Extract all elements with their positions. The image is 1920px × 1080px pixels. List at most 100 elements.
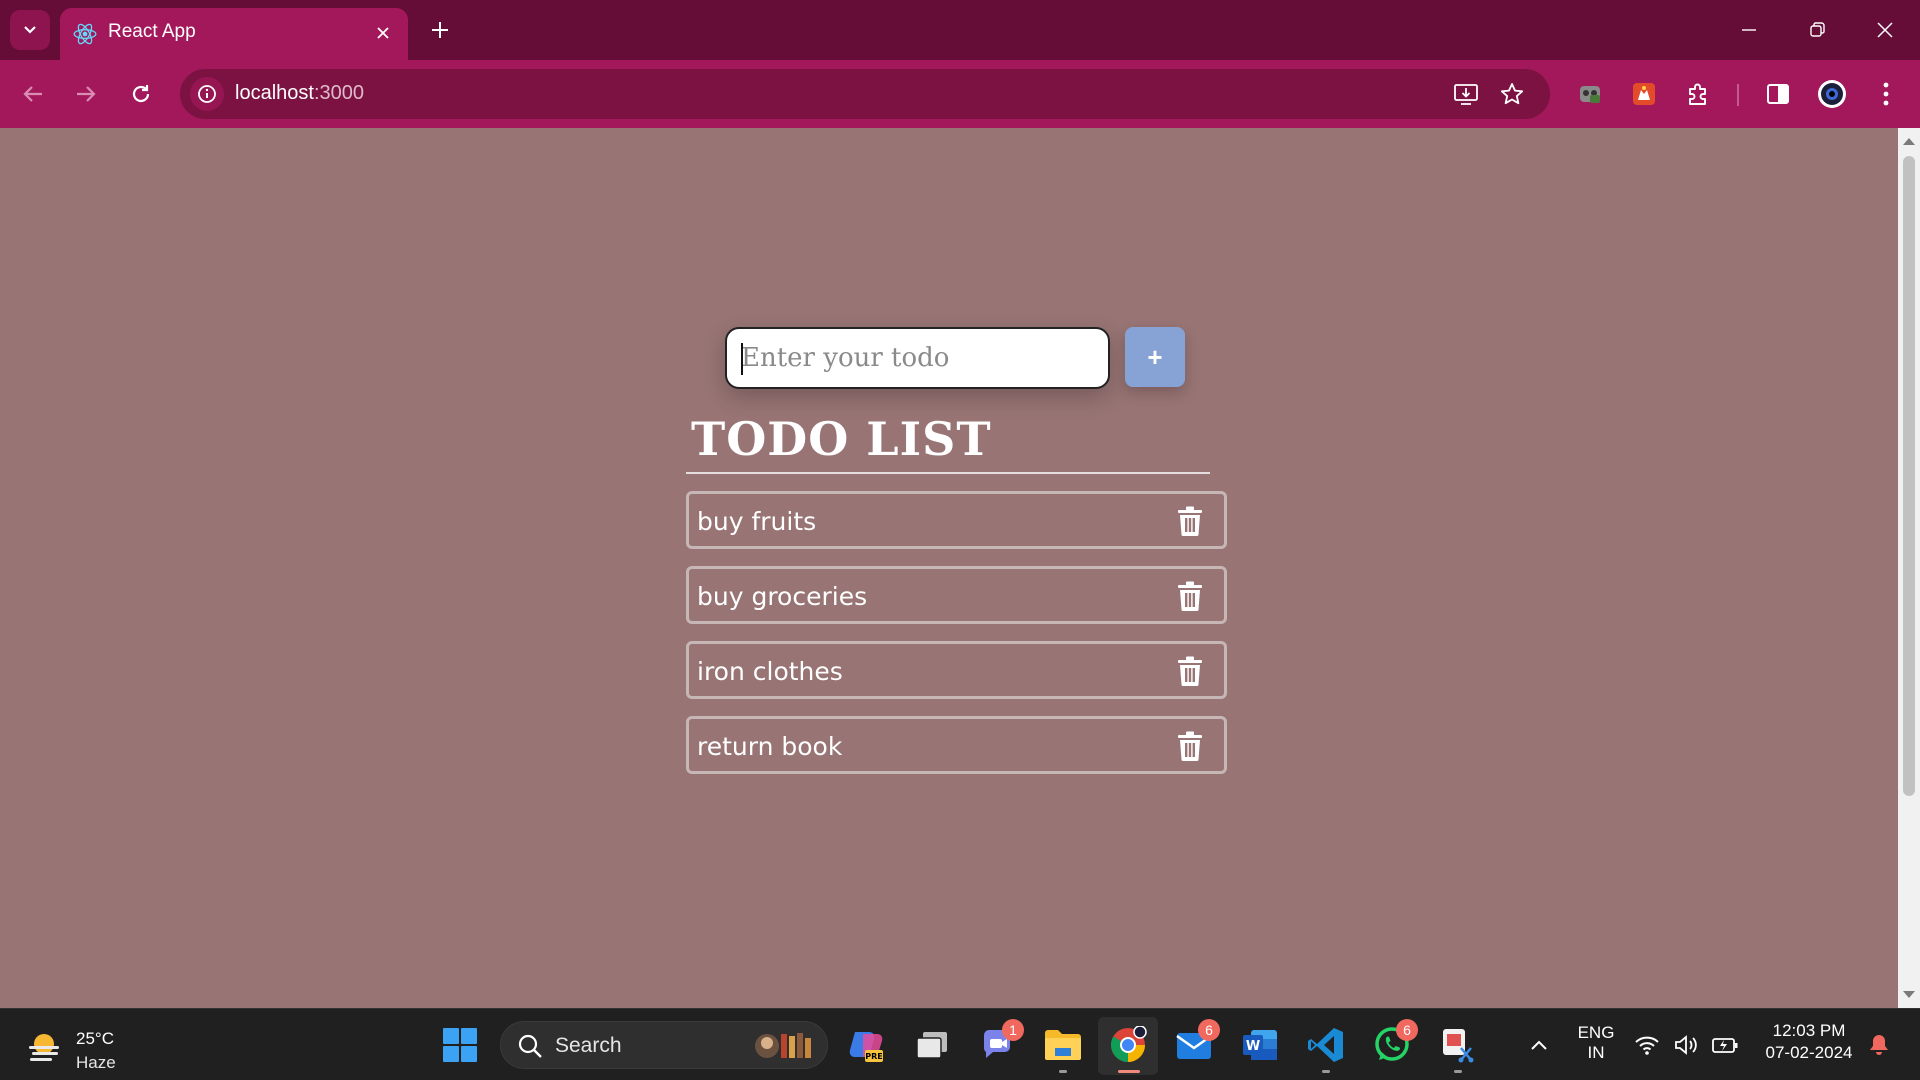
scrollbar-thumb[interactable]: [1903, 156, 1915, 796]
language-code: ENG: [1577, 1023, 1615, 1042]
wifi-icon: [1635, 1036, 1659, 1055]
close-icon: [1877, 22, 1893, 38]
install-icon: [1454, 84, 1478, 105]
text-caret: [741, 343, 743, 375]
side-panel-icon: [1767, 84, 1789, 104]
browser-menu-button[interactable]: [1868, 76, 1904, 112]
search-label: Search: [555, 1034, 622, 1057]
chevron-down-icon: [24, 26, 36, 34]
tab-close-button[interactable]: [368, 18, 398, 48]
forward-button[interactable]: [66, 74, 106, 114]
arrow-right-icon: [77, 86, 96, 102]
battery-status[interactable]: [1708, 1023, 1742, 1067]
more-vertical-icon: [1883, 82, 1889, 106]
word-button[interactable]: W: [1238, 1023, 1282, 1067]
volume-status[interactable]: [1670, 1023, 1704, 1067]
running-indicator: [1322, 1070, 1330, 1073]
install-app-button[interactable]: [1450, 78, 1482, 110]
tab-title: React App: [108, 21, 196, 42]
search-icon: [518, 1034, 542, 1058]
start-button[interactable]: [438, 1023, 482, 1067]
copilot-button[interactable]: PRE: [844, 1023, 888, 1067]
teams-badge: 1: [1002, 1019, 1024, 1041]
avatar: [1818, 80, 1846, 108]
chevron-up-icon: [1531, 1040, 1547, 1050]
todo-item: return book: [686, 716, 1227, 774]
scroll-up-icon[interactable]: [1903, 138, 1915, 145]
heading-divider: [686, 472, 1210, 474]
battery-charging-icon: [1712, 1038, 1738, 1053]
todo-text: buy groceries: [697, 582, 868, 611]
mail-button[interactable]: 6: [1172, 1019, 1220, 1067]
todo-item: buy fruits: [686, 491, 1227, 549]
tab-search-button[interactable]: [10, 10, 50, 50]
todo-item: buy groceries: [686, 566, 1227, 624]
todo-text: iron clothes: [697, 657, 843, 686]
url-host: localhost: [235, 82, 314, 104]
extension-cat-icon: [1633, 83, 1655, 105]
notifications-button[interactable]: [1864, 1023, 1894, 1067]
extension-button-1[interactable]: [1572, 76, 1608, 112]
profile-button[interactable]: [1814, 76, 1850, 112]
weather-condition: Haze: [76, 1053, 116, 1072]
minimize-icon: [1742, 29, 1756, 31]
snipping-tool-icon: [1443, 1029, 1474, 1063]
new-tab-button[interactable]: [422, 12, 458, 48]
extension-button-2[interactable]: [1626, 76, 1662, 112]
plus-icon: [432, 22, 448, 38]
taskbar-search[interactable]: Search: [500, 1021, 828, 1069]
clock-time: 12:03 PM: [1772, 1021, 1846, 1040]
close-icon: [377, 27, 389, 39]
minimize-button[interactable]: [1724, 6, 1774, 54]
restore-icon: [1810, 22, 1825, 37]
svg-text:W: W: [1246, 1039, 1260, 1054]
back-button[interactable]: [13, 74, 53, 114]
windows-icon: [443, 1028, 477, 1062]
trash-icon[interactable]: [1176, 581, 1204, 611]
restore-button[interactable]: [1792, 6, 1842, 54]
scroll-down-icon[interactable]: [1903, 991, 1915, 998]
arrow-left-icon: [23, 86, 42, 102]
bookmark-button[interactable]: [1496, 78, 1528, 110]
close-window-button[interactable]: [1860, 6, 1910, 54]
reload-button[interactable]: [121, 74, 161, 114]
wifi-status[interactable]: [1630, 1023, 1664, 1067]
region-code: IN: [1587, 1043, 1605, 1062]
url-text: localhost:3000: [235, 82, 364, 105]
side-panel-button[interactable]: [1760, 76, 1796, 112]
bell-icon: [1870, 1035, 1888, 1055]
address-bar[interactable]: localhost:3000: [180, 69, 1550, 119]
task-view-button[interactable]: [910, 1023, 954, 1067]
puzzle-icon: [1689, 83, 1706, 105]
trash-icon[interactable]: [1176, 731, 1204, 761]
weather-temperature: 25°C: [76, 1029, 114, 1048]
extensions-menu-button[interactable]: [1680, 76, 1716, 112]
show-hidden-icons-button[interactable]: [1517, 1023, 1561, 1067]
add-todo-button[interactable]: +: [1125, 327, 1185, 387]
weather-haze-icon: [29, 1034, 59, 1061]
language-indicator[interactable]: ENG IN: [1576, 1023, 1616, 1063]
extension-mask-icon: [1580, 86, 1600, 103]
trash-icon[interactable]: [1176, 506, 1204, 536]
reload-icon: [132, 85, 150, 103]
site-info-button[interactable]: [190, 77, 224, 111]
vscode-button[interactable]: [1304, 1023, 1348, 1073]
vscode-icon: [1308, 1028, 1343, 1062]
running-indicator: [1059, 1070, 1067, 1073]
trash-icon[interactable]: [1176, 656, 1204, 686]
page-title: TODO LIST: [691, 412, 992, 466]
clock[interactable]: 12:03 PM 07-02-2024: [1758, 1021, 1860, 1063]
teams-button[interactable]: 1: [976, 1019, 1024, 1067]
file-explorer-button[interactable]: [1041, 1023, 1085, 1073]
page-scrollbar[interactable]: [1898, 128, 1920, 1008]
volume-icon: [1675, 1035, 1697, 1055]
chrome-button[interactable]: [1106, 1023, 1150, 1073]
svg-text:PRE: PRE: [865, 1052, 883, 1061]
snipping-tool-button[interactable]: [1436, 1023, 1480, 1073]
todo-input[interactable]: [725, 327, 1110, 389]
task-view-icon: [916, 1032, 947, 1059]
whatsapp-badge: 6: [1396, 1019, 1418, 1041]
browser-tab[interactable]: React App: [60, 8, 408, 60]
whatsapp-button[interactable]: 6: [1370, 1019, 1418, 1067]
info-icon: [198, 85, 216, 103]
